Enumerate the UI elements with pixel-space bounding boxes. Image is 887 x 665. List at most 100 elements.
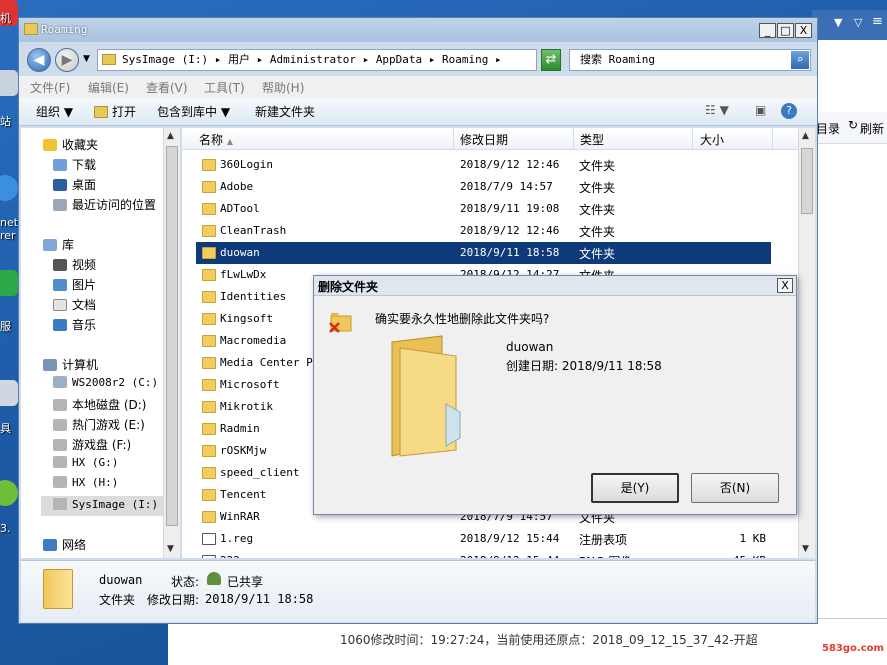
menu-tools[interactable]: 工具(T) — [204, 79, 245, 96]
column-type[interactable]: 类型 — [580, 131, 604, 148]
nav-item-videos[interactable]: 视频 — [53, 256, 96, 273]
new-folder-button[interactable]: 新建文件夹 — [255, 103, 315, 120]
column-size[interactable]: 大小 — [700, 131, 724, 148]
breadcrumb-item[interactable]: SysImage (I:) — [122, 53, 208, 66]
tool-icon[interactable] — [0, 380, 18, 406]
column-name[interactable]: 名称 ▲ — [199, 131, 233, 148]
scroll-down-arrow-icon[interactable]: ▼ — [167, 544, 174, 554]
file-name: ADTool — [220, 202, 260, 215]
chevron-down-icon[interactable]: ▼ — [834, 16, 842, 29]
breadcrumb-separator-icon[interactable]: ▸ — [495, 53, 502, 66]
drive-icon — [53, 476, 67, 488]
nav-item-drive[interactable]: WS2008r2 (C:) — [53, 376, 158, 389]
library-icon — [43, 239, 57, 251]
help-icon[interactable]: ? — [781, 103, 797, 119]
refresh-button[interactable]: 刷新 — [860, 120, 884, 137]
background-window-titlebar: ▼ ▽ ≡ — [812, 10, 887, 40]
column-divider[interactable] — [692, 128, 693, 150]
refresh-icon[interactable]: ⇄ — [541, 49, 561, 71]
downloads-folder-icon — [53, 159, 67, 171]
app-icon[interactable] — [0, 270, 18, 296]
file-date: 2018/9/11 19:08 — [460, 202, 560, 215]
menu-icon[interactable]: ≡ — [872, 14, 883, 29]
menu-file[interactable]: 文件(F) — [30, 79, 70, 96]
search-icon[interactable]: ⌕ — [791, 51, 809, 69]
nav-network[interactable]: 网络 — [43, 536, 86, 553]
nav-item-drive[interactable]: HX (G:) — [53, 456, 118, 469]
directory-button[interactable]: 目录 — [816, 120, 840, 137]
breadcrumb-separator-icon[interactable]: ▸ — [257, 53, 270, 66]
nav-item-drive[interactable]: HX (H:) — [53, 476, 118, 489]
yes-button[interactable]: 是(Y) — [591, 473, 679, 503]
recycle-bin-icon[interactable] — [0, 70, 18, 96]
file-icon — [202, 533, 216, 545]
scrollbar-thumb[interactable] — [166, 146, 178, 526]
window-titlebar[interactable]: Roaming _ □ X — [19, 18, 817, 42]
menu-edit[interactable]: 编辑(E) — [88, 79, 129, 96]
column-divider[interactable] — [453, 128, 454, 150]
nav-item-pictures[interactable]: 图片 — [53, 276, 96, 293]
scroll-up-arrow-icon[interactable]: ▲ — [167, 131, 174, 141]
nav-favorites[interactable]: 收藏夹 — [43, 136, 98, 153]
back-arrow-icon[interactable]: ◀ — [27, 48, 51, 72]
file-list-scrollbar[interactable]: ▲ ▼ — [798, 128, 815, 558]
navigation-pane: 收藏夹 下载 桌面 最近访问的位置 库 视频 图片 文档 音乐 计算机 WS20… — [21, 128, 179, 558]
minimize-button[interactable]: _ — [759, 23, 776, 38]
nav-item-music[interactable]: 音乐 — [53, 316, 96, 333]
no-button[interactable]: 否(N) — [691, 473, 779, 503]
open-button[interactable]: 打开 — [94, 103, 136, 120]
scroll-down-arrow-icon[interactable]: ▼ — [802, 544, 809, 554]
nav-item-desktop[interactable]: 桌面 — [53, 176, 96, 193]
search-input[interactable]: 搜索 Roaming ⌕ — [569, 49, 811, 71]
file-type: PNG 图像 — [579, 553, 632, 558]
menu-help[interactable]: 帮助(H) — [262, 79, 304, 96]
column-date[interactable]: 修改日期 — [460, 131, 508, 148]
menu-view[interactable]: 查看(V) — [146, 79, 188, 96]
organize-button[interactable]: 组织 ▼ — [36, 103, 73, 120]
nav-computer[interactable]: 计算机 — [43, 356, 98, 373]
view-options-icon[interactable]: ☷ ▼ — [705, 103, 729, 117]
recent-pages-chevron-icon[interactable]: ▼ — [83, 54, 90, 64]
breadcrumb-item[interactable]: Roaming — [442, 53, 488, 66]
file-row[interactable]: 360Login 2018/9/12 12:46 文件夹 — [196, 154, 771, 176]
nav-item-drive[interactable]: 热门游戏 (E:) — [53, 416, 145, 433]
nav-item-drive-selected[interactable]: SysImage (I:) — [41, 496, 165, 516]
dialog-titlebar[interactable]: 删除文件夹 X — [314, 276, 796, 296]
nav-item-drive[interactable]: 游戏盘 (F:) — [53, 436, 131, 453]
file-row-selected[interactable]: duowan 2018/9/11 18:58 文件夹 — [196, 242, 771, 264]
maximize-button[interactable]: □ — [777, 23, 794, 38]
folder-icon — [202, 511, 216, 523]
nav-item-documents[interactable]: 文档 — [53, 296, 96, 313]
file-type: 文件夹 — [579, 159, 616, 173]
preview-pane-icon[interactable]: ▣ — [755, 103, 766, 117]
chevron-down-icon[interactable]: ▽ — [854, 16, 862, 29]
nav-scrollbar[interactable]: ▲ ▼ — [163, 128, 180, 558]
desktop-icon-label: 机 — [0, 12, 11, 25]
file-row[interactable]: Adobe 2018/7/9 14:57 文件夹 — [196, 176, 771, 198]
close-button[interactable]: X — [795, 23, 812, 38]
column-divider[interactable] — [573, 128, 574, 150]
breadcrumb-item[interactable]: Administrator — [270, 53, 356, 66]
desktop-icon — [53, 179, 67, 191]
breadcrumb-separator-icon[interactable]: ▸ — [363, 53, 376, 66]
file-row[interactable]: 1.reg 2018/9/12 15:44 注册表项 1 KB — [196, 528, 771, 550]
scroll-up-arrow-icon[interactable]: ▲ — [802, 131, 809, 141]
nav-item-drive[interactable]: 本地磁盘 (D:) — [53, 396, 146, 413]
column-divider[interactable] — [772, 128, 773, 150]
file-row[interactable]: CleanTrash 2018/9/12 12:46 文件夹 — [196, 220, 771, 242]
breadcrumb-separator-icon[interactable]: ▸ — [215, 53, 228, 66]
folder-icon — [202, 269, 216, 281]
breadcrumb-separator-icon[interactable]: ▸ — [429, 53, 442, 66]
file-row[interactable]: 222.png 2018/9/12 15:44 PNG 图像 45 KB — [196, 550, 771, 558]
breadcrumb-item[interactable]: 用户 — [228, 53, 250, 66]
nav-item-recent[interactable]: 最近访问的位置 — [53, 196, 156, 213]
nav-library[interactable]: 库 — [43, 236, 74, 253]
file-row[interactable]: ADTool 2018/9/11 19:08 文件夹 — [196, 198, 771, 220]
nav-item-downloads[interactable]: 下载 — [53, 156, 96, 173]
dialog-close-button[interactable]: X — [777, 278, 793, 293]
scrollbar-thumb[interactable] — [801, 148, 813, 214]
breadcrumb-item[interactable]: AppData — [376, 53, 422, 66]
forward-arrow-icon[interactable]: ▶ — [55, 48, 79, 72]
address-bar[interactable]: SysImage (I:) ▸ 用户 ▸ Administrator ▸ App… — [97, 49, 537, 71]
include-in-library-button[interactable]: 包含到库中 ▼ — [157, 103, 230, 120]
